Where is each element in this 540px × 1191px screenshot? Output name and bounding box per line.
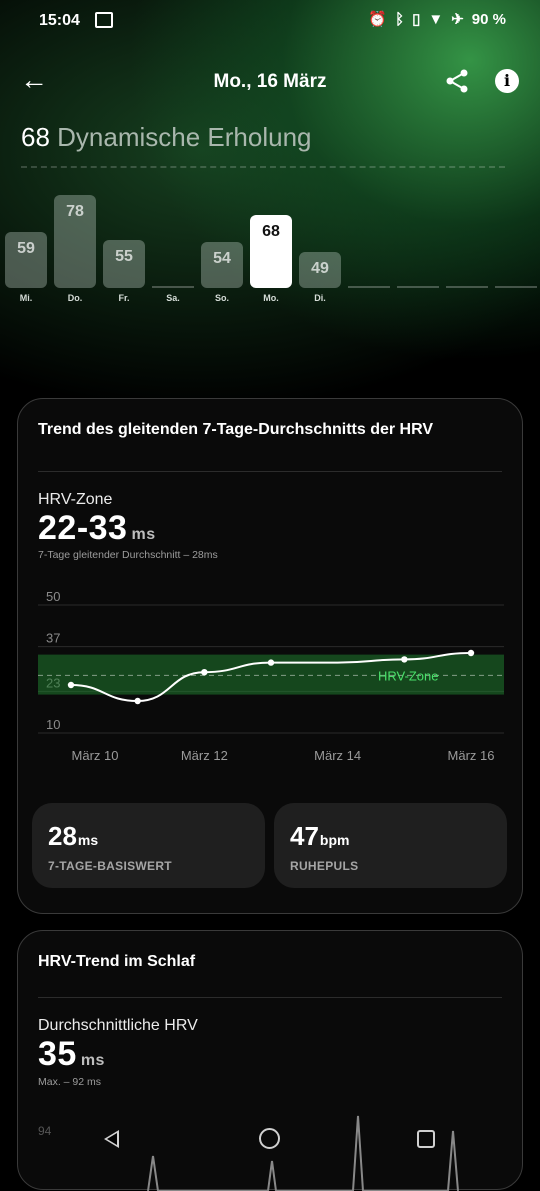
status-icons: ⏰ ᛒ ▯ ▼ ✈ 90 % xyxy=(368,11,506,29)
recovery-bar-empty[interactable] xyxy=(397,286,439,288)
recovery-bar-empty[interactable] xyxy=(348,286,390,288)
x-tick-label: März 16 xyxy=(448,748,495,763)
system-nav-bar xyxy=(0,1118,540,1170)
baseline-number: 28 xyxy=(48,821,77,851)
y-tick-label: 37 xyxy=(46,631,60,646)
alarm-icon: ⏰ xyxy=(368,11,388,28)
day-label: Di. xyxy=(314,293,326,303)
share-icon[interactable] xyxy=(444,68,470,94)
wifi-icon: ▼ xyxy=(428,11,444,28)
recovery-bar-Mo.[interactable]: 68 xyxy=(250,214,292,288)
status-time: 15:04 xyxy=(39,12,80,29)
hrv-line-chart: 50372310HRV-ZoneMärz 10März 12März 14Mär… xyxy=(38,589,504,763)
recovery-bar-Do.[interactable]: 78 xyxy=(54,195,96,288)
day-label: So. xyxy=(214,293,229,303)
avg-hrv-label: Durchschnittliche HRV xyxy=(38,1017,198,1034)
hrv-data-point xyxy=(67,681,75,689)
day-label: Mo. xyxy=(263,293,279,303)
hrv-trend-card: Trend des gleitenden 7-Tage-Durchschnitt… xyxy=(17,398,523,914)
avg-hrv-value: 35 ms xyxy=(38,1035,105,1074)
baseline-tile[interactable]: 28ms 7-TAGE-BASISWERT xyxy=(32,803,265,888)
day-label: Fr. xyxy=(118,293,130,303)
y-tick-label: 50 xyxy=(46,589,60,604)
divider xyxy=(21,166,505,168)
day-label: Sa. xyxy=(166,293,180,303)
gallery-icon xyxy=(95,12,113,28)
nav-recents-icon[interactable] xyxy=(417,1130,435,1148)
recovery-bar-empty[interactable] xyxy=(446,286,488,288)
info-icon[interactable]: i xyxy=(495,69,519,93)
recovery-bar-So.[interactable]: 54 xyxy=(201,242,243,288)
card-title: HRV-Trend im Schlaf xyxy=(38,953,196,970)
x-tick-label: März 12 xyxy=(181,748,228,763)
recovery-score: 68 xyxy=(21,122,50,152)
zone-label: HRV-Zone xyxy=(378,668,438,683)
status-bar: 15:04 ⏰ ᛒ ▯ ▼ ✈ 90 % xyxy=(0,0,540,40)
recovery-bar-Sa.[interactable] xyxy=(152,286,194,288)
nav-back-icon-inner xyxy=(107,1133,117,1145)
nav-home-icon[interactable] xyxy=(259,1128,280,1149)
avg-hrv-number: 35 xyxy=(38,1035,77,1073)
hrv-data-point xyxy=(201,669,208,676)
pulse-label: RUHEPULS xyxy=(290,859,359,873)
resting-pulse-tile[interactable]: 47bpm RUHEPULS xyxy=(274,803,507,888)
recovery-label: Dynamische Erholung xyxy=(57,122,312,152)
baseline-unit: ms xyxy=(77,832,99,848)
baseline-value: 28ms xyxy=(48,821,98,852)
recovery-bar-empty[interactable] xyxy=(495,286,537,288)
hrv-data-point xyxy=(134,697,141,705)
baseline-label: 7-TAGE-BASISWERT xyxy=(48,859,172,873)
recovery-bar-chart: 59 Mi. 78 Do. 55 Fr. Sa. 54 So. 68 Mo. 49 Di. xyxy=(0,180,540,310)
hrv-data-point xyxy=(267,659,275,666)
day-label: Do. xyxy=(67,293,83,303)
recovery-heading: 68 Dynamische Erholung xyxy=(21,122,312,153)
pulse-value: 47bpm xyxy=(290,821,349,852)
avg-hrv-unit: ms xyxy=(80,1052,105,1069)
airplane-icon: ✈ xyxy=(451,11,464,28)
recovery-bar-Mi.[interactable]: 59 xyxy=(5,232,47,288)
hrv-data-point xyxy=(467,649,475,657)
app-bar: ← Mo., 16 März i xyxy=(0,60,540,104)
pulse-unit: bpm xyxy=(319,832,350,848)
pulse-number: 47 xyxy=(290,821,319,851)
bluetooth-icon: ᛒ xyxy=(395,11,405,28)
x-tick-label: März 14 xyxy=(314,748,361,763)
recovery-bar-Di.[interactable]: 49 xyxy=(299,251,341,288)
max-hrv-note: Max. – 92 ms xyxy=(38,1076,102,1088)
vibrate-icon: ▯ xyxy=(412,11,421,28)
divider xyxy=(38,997,502,998)
hrv-data-point xyxy=(401,656,408,663)
x-tick-label: März 10 xyxy=(72,748,119,763)
battery-text: 90 % xyxy=(471,11,506,28)
y-tick-label: 10 xyxy=(46,717,60,732)
day-label: Mi. xyxy=(19,293,33,303)
recovery-bar-Fr.[interactable]: 55 xyxy=(103,240,145,288)
